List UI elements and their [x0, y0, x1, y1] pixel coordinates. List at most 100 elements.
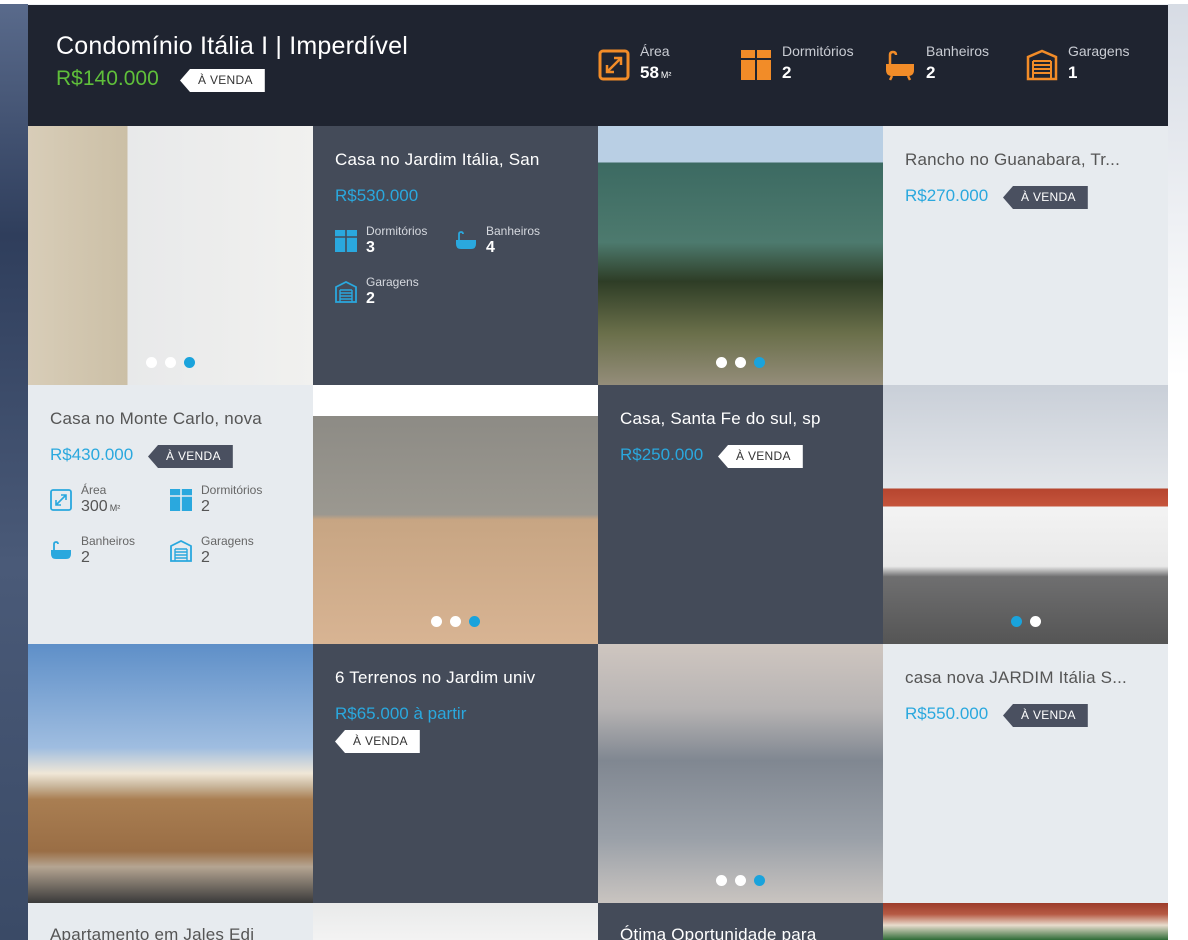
property-card[interactable]: Apartamento em Jales Edi [28, 903, 313, 940]
stat-label: Banheiros [926, 43, 990, 59]
featured-price: R$140.000 [56, 67, 159, 90]
card-title[interactable]: Casa no Monte Carlo, nova [50, 409, 291, 429]
property-photo[interactable] [598, 126, 883, 385]
photo-sky[interactable] [313, 903, 598, 940]
card-title[interactable]: Casa no Jardim Itália, San [335, 150, 576, 170]
stat-value: 3 [366, 239, 375, 256]
card-title[interactable]: Casa, Santa Fe do sul, sp [620, 409, 861, 429]
background-left-edge [0, 0, 28, 940]
stat-value: 300 M² [81, 498, 121, 515]
photo-land[interactable] [28, 644, 313, 903]
stat-value: 2 [782, 63, 792, 82]
carousel-dot[interactable] [735, 357, 746, 368]
stat-value: 1 [1068, 63, 1078, 82]
stat-value: 2 [201, 549, 210, 566]
photo-glass[interactable] [598, 644, 883, 903]
stat-label: Área [81, 483, 107, 497]
photo-house[interactable] [883, 385, 1168, 644]
carousel-dot[interactable] [431, 616, 442, 627]
sale-tag: À VENDA [335, 730, 420, 753]
background-right-edge [1168, 0, 1188, 940]
card-price: R$530.000 [335, 186, 419, 205]
photo-roof[interactable] [883, 903, 1168, 940]
carousel-dots [598, 355, 883, 368]
sale-tag: À VENDA [718, 445, 803, 468]
carousel-dot[interactable] [165, 357, 176, 368]
card-price: R$65.000 à partir [335, 704, 467, 723]
carousel-dot[interactable] [754, 357, 765, 368]
sale-tag: À VENDA [1003, 186, 1088, 209]
carousel-dot[interactable] [184, 357, 195, 368]
bed-icon [170, 489, 192, 511]
card-price: R$550.000 [905, 704, 989, 723]
stat-value: 4 [486, 239, 495, 256]
property-photo[interactable] [598, 644, 883, 903]
card-title[interactable]: Apartamento em Jales Edi [50, 925, 291, 940]
card-price: R$430.000 [50, 445, 134, 464]
property-photo[interactable] [883, 385, 1168, 644]
stat-label: Garagens [366, 275, 419, 289]
area-icon [50, 489, 72, 511]
card-price: R$250.000 [620, 445, 704, 464]
carousel-dot[interactable] [469, 616, 480, 627]
carousel-dot[interactable] [1029, 616, 1041, 627]
property-card[interactable]: Casa no Monte Carlo, nova R$430.000 À VE… [28, 385, 313, 644]
carousel-dot[interactable] [754, 875, 765, 886]
stat-value: 2 [81, 549, 90, 566]
carousel-dot[interactable] [716, 357, 727, 368]
carousel-dots [598, 873, 883, 886]
stat-label: Garagens [201, 534, 254, 548]
sale-tag: À VENDA [148, 445, 233, 468]
property-card[interactable]: Ótima Oportunidade para [598, 903, 883, 940]
stat-label: Dormitórios [201, 483, 263, 497]
property-photo[interactable] [313, 385, 598, 644]
top-strip [0, 0, 1188, 4]
stat-value: 58 M² [640, 63, 672, 82]
carousel-dot[interactable] [450, 616, 461, 627]
property-photo[interactable] [28, 644, 313, 903]
bathtub-icon [456, 231, 476, 249]
garage-icon [335, 281, 357, 303]
card-title[interactable]: Rancho no Guanabara, Tr... [905, 150, 1146, 170]
stat-label: Dormitórios [366, 224, 428, 238]
carousel-dot[interactable] [735, 875, 746, 886]
stat-value: 2 [926, 63, 936, 82]
bed-icon [741, 50, 771, 80]
area-icon [598, 49, 630, 81]
stat-value: 2 [201, 498, 210, 515]
bathtub-icon [886, 50, 914, 81]
property-card[interactable]: Rancho no Guanabara, Tr... R$270.000 À V… [883, 126, 1168, 385]
property-card[interactable]: casa nova JARDIM Itália S... R$550.000 À… [883, 644, 1168, 903]
carousel-dots [28, 355, 313, 368]
property-card[interactable]: Casa, Santa Fe do sul, sp R$250.000 À VE… [598, 385, 883, 644]
property-photo[interactable] [313, 903, 598, 940]
sale-tag: À VENDA [1003, 704, 1088, 727]
garage-icon [1026, 49, 1058, 81]
carousel-dots [313, 614, 598, 627]
card-title[interactable]: Ótima Oportunidade para [620, 925, 861, 940]
stat-value: 2 [366, 290, 375, 307]
bathtub-icon [51, 541, 71, 559]
property-photo[interactable] [28, 126, 313, 385]
stat-label: Garagens [1068, 43, 1130, 59]
garage-icon [170, 540, 192, 562]
photo-pool[interactable] [598, 126, 883, 385]
stat-label: Banheiros [486, 224, 541, 238]
property-card[interactable]: 6 Terrenos no Jardim univ R$65.000 à par… [313, 644, 598, 903]
card-title[interactable]: casa nova JARDIM Itália S... [905, 668, 1146, 688]
stat-label: Banheiros [81, 534, 136, 548]
carousel-dot[interactable] [146, 357, 157, 368]
featured-title[interactable]: Condomínio Itália I | Imperdível [56, 32, 408, 61]
photo-patio[interactable] [313, 385, 598, 644]
photo-bathroom[interactable] [28, 126, 313, 385]
property-card[interactable]: Casa no Jardim Itália, San R$530.000 Dor… [313, 126, 598, 385]
carousel-dots [883, 614, 1168, 627]
stat-label: Área [640, 43, 670, 59]
property-photo[interactable] [883, 903, 1168, 940]
carousel-dot[interactable] [716, 875, 727, 886]
card-price: R$270.000 [905, 186, 989, 205]
featured-property-header[interactable]: Condomínio Itália I | Imperdível R$140.0… [28, 5, 1168, 126]
card-title[interactable]: 6 Terrenos no Jardim univ [335, 668, 576, 688]
carousel-dot[interactable] [1010, 616, 1022, 627]
bed-icon [335, 230, 357, 252]
